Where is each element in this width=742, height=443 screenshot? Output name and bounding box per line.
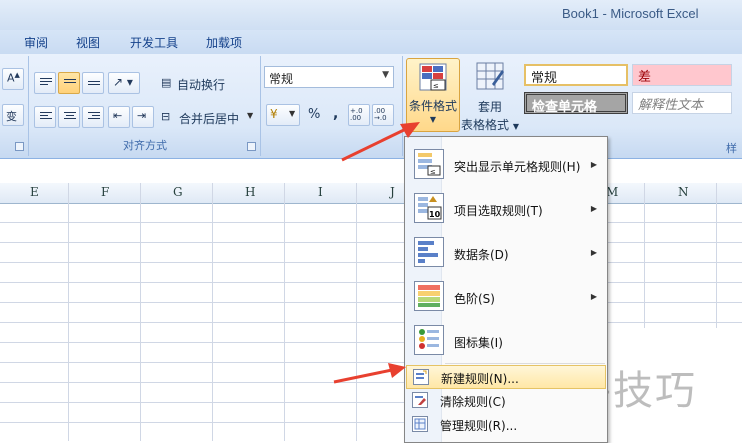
column-header-h[interactable]: H — [245, 185, 255, 199]
cell-style-explanatory[interactable]: 解释性文本 — [632, 92, 732, 114]
decrease-indent-button[interactable]: ⇤ — [108, 106, 130, 128]
chevron-down-icon: ▼ — [247, 111, 254, 120]
decrease-indent-icon: ⇤ — [113, 109, 123, 122]
align-center-icon — [64, 112, 76, 122]
align-top-button[interactable] — [34, 72, 56, 94]
format-as-table-label-line1: 套用 — [477, 100, 502, 114]
alignment-dialog-launcher[interactable] — [247, 142, 256, 151]
annotation-arrow-icon — [333, 363, 406, 384]
column-header-row — [0, 183, 742, 204]
tab-review[interactable]: 审阅 — [24, 34, 48, 51]
icon-sets-icon — [414, 325, 444, 355]
align-top-icon — [40, 78, 52, 88]
wrap-text-icon: ▤ — [161, 76, 172, 89]
column-header-g[interactable]: G — [173, 185, 183, 199]
title-bar: Book1 - Microsoft Excel — [0, 0, 742, 30]
align-middle-icon — [64, 79, 76, 89]
new-rule-icon — [413, 369, 429, 385]
alignment-group-label: 对齐方式 — [123, 139, 167, 152]
window-title: Book1 - Microsoft Excel — [562, 6, 699, 21]
menu-item-icon-sets[interactable]: 图标集(I) — [406, 319, 606, 363]
align-right-icon — [88, 112, 100, 122]
font-group-partial: A▲ 变 — [0, 56, 29, 156]
align-middle-button[interactable] — [58, 72, 80, 94]
percent-button[interactable]: % — [302, 104, 324, 126]
chevron-down-icon: ▼ — [289, 109, 296, 118]
phonetic-button[interactable]: 变 — [2, 104, 24, 126]
menu-item-highlight-cells[interactable]: ≤ 突出显示单元格规则(H) ▶ — [406, 143, 606, 187]
font-dialog-launcher[interactable] — [15, 142, 24, 151]
menu-item-label: 图标集(I) — [454, 336, 503, 350]
wrap-text-button[interactable]: ▤ 自动换行 — [158, 72, 240, 94]
styles-group-label: 样 — [726, 142, 737, 155]
merge-center-label: 合并后居中 — [179, 112, 240, 126]
color-scales-icon — [414, 281, 444, 311]
column-header-i[interactable]: I — [318, 185, 323, 199]
alignment-group: ↗ ▾ ▤ 自动换行 ⇤ ⇥ ⊟ 合并后居中 ▼ 对齐方式 — [30, 56, 261, 156]
menu-item-label: 色阶(S) — [454, 292, 495, 306]
tab-view[interactable]: 视图 — [76, 34, 100, 51]
number-format-value: 常规 — [269, 72, 294, 86]
data-bars-icon — [414, 237, 444, 267]
format-as-table-label-line2: 表格格式 ▼ — [461, 118, 519, 132]
top-bottom-rules-icon: 10 — [414, 193, 444, 223]
menu-item-manage-rules[interactable]: 管理规则(R)... — [406, 413, 606, 437]
merge-center-icon: ⊟ — [161, 110, 171, 123]
font-size-increase-button[interactable]: A▲ — [2, 68, 24, 90]
svg-text:10: 10 — [429, 210, 441, 219]
orientation-button[interactable]: ↗ ▾ — [108, 72, 140, 94]
menu-item-top-bottom-rules[interactable]: 10 项目选取规则(T) ▶ — [406, 187, 606, 231]
chevron-down-icon: ▼ — [382, 70, 389, 80]
align-left-button[interactable] — [34, 106, 56, 128]
currency-icon: ¥ — [270, 107, 278, 121]
menu-item-label: 清除规则(C) — [440, 395, 506, 409]
number-format-select[interactable]: 常规 ▼ — [264, 66, 394, 88]
menu-item-label: 数据条(D) — [454, 248, 509, 262]
clear-rules-icon — [412, 392, 428, 408]
increase-indent-button[interactable]: ⇥ — [132, 106, 154, 128]
format-as-table-icon — [476, 62, 504, 90]
align-left-icon — [40, 112, 52, 122]
align-bottom-button[interactable] — [82, 72, 104, 94]
menu-item-label: 突出显示单元格规则(H) — [454, 160, 581, 174]
wrap-text-label: 自动换行 — [177, 78, 226, 92]
format-as-table-button[interactable]: 套用 表格格式 ▼ — [460, 58, 520, 132]
column-header-f[interactable]: F — [101, 185, 109, 199]
tab-addins[interactable]: 加载项 — [206, 34, 242, 51]
cell-style-check-cell[interactable]: 检查单元格 — [524, 92, 628, 115]
conditional-formatting-icon: ≤ — [419, 63, 447, 91]
column-header-n[interactable]: N — [678, 185, 689, 199]
conditional-formatting-menu: ≤ 突出显示单元格规则(H) ▶ 10 项目选取规则(T) ▶ 数据条(D) ▶… — [404, 136, 608, 443]
menu-item-new-rule[interactable]: 新建规则(N)... — [406, 365, 606, 389]
column-header-j[interactable]: J — [390, 185, 395, 199]
menu-item-color-scales[interactable]: 色阶(S) ▶ — [406, 275, 606, 319]
ribbon-tab-bar: 审阅 视图 开发工具 加载项 — [0, 30, 742, 55]
column-header-e[interactable]: E — [30, 185, 39, 199]
manage-rules-icon — [412, 416, 428, 432]
align-bottom-icon — [88, 81, 100, 91]
menu-item-label: 项目选取规则(T) — [454, 204, 543, 218]
menu-item-label: 管理规则(R)... — [440, 419, 518, 433]
svg-text:≤: ≤ — [430, 168, 436, 176]
submenu-arrow-icon: ▶ — [590, 248, 597, 257]
menu-item-label: 新建规则(N)... — [441, 372, 519, 386]
orientation-icon: ↗ ▾ — [113, 75, 133, 89]
increase-indent-icon: ⇥ — [137, 109, 147, 122]
annotation-arrow-icon — [341, 122, 420, 162]
cell-style-bad[interactable]: 差 — [632, 64, 732, 86]
percent-label: % — [308, 107, 321, 122]
accounting-format-button[interactable]: ¥ ▼ — [266, 104, 300, 126]
align-center-button[interactable] — [58, 106, 80, 128]
menu-separator — [445, 363, 605, 364]
menu-item-data-bars[interactable]: 数据条(D) ▶ — [406, 231, 606, 275]
submenu-arrow-icon: ▶ — [590, 160, 597, 169]
cell-style-normal[interactable]: 常规 — [524, 64, 628, 86]
submenu-arrow-icon: ▶ — [590, 204, 597, 213]
merge-center-button[interactable]: ⊟ 合并后居中 ▼ — [158, 106, 256, 128]
menu-item-clear-rules[interactable]: 清除规则(C) — [406, 389, 606, 413]
submenu-arrow-icon: ▶ — [590, 292, 597, 301]
tab-developer[interactable]: 开发工具 — [130, 34, 178, 51]
align-right-button[interactable] — [82, 106, 104, 128]
svg-text:≤: ≤ — [433, 82, 439, 90]
